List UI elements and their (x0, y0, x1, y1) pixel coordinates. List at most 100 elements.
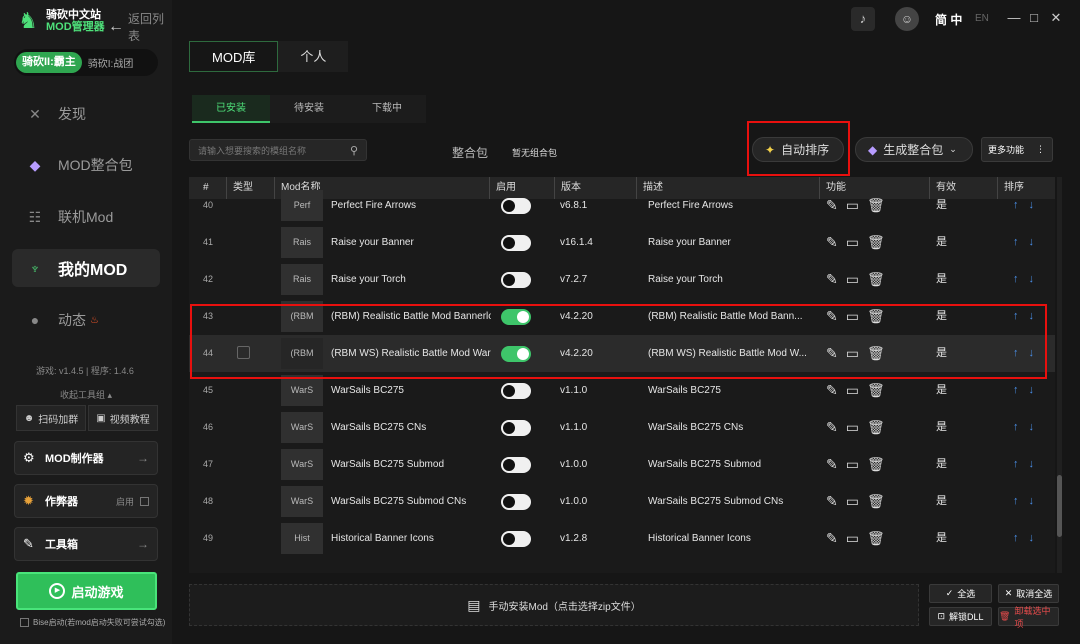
enable-toggle[interactable] (501, 198, 531, 214)
edit-icon[interactable]: ✎ (826, 197, 838, 214)
arrow-up-icon[interactable]: ↑ (1013, 532, 1029, 544)
arrow-up-icon[interactable]: ↑ (1013, 273, 1029, 285)
trash-icon[interactable]: 🗑 (867, 419, 885, 436)
enable-toggle[interactable] (501, 420, 531, 436)
avatar[interactable]: ☺ (895, 7, 919, 31)
table-scrollbar[interactable] (1057, 177, 1062, 573)
uninstall-selected-button[interactable]: 🗑 卸载选中项 (998, 606, 1059, 629)
scan-group-button[interactable]: ☻ 扫码加群 (16, 405, 86, 431)
nav-my-mod[interactable]: ♆ 我的MOD (12, 249, 160, 287)
arrow-down-icon[interactable]: ↓ (1029, 273, 1045, 285)
trash-icon[interactable]: 🗑 (867, 234, 885, 251)
folder-icon[interactable]: ▭ (846, 456, 859, 473)
table-row[interactable]: 49 Hist Historical Banner Icons v1.2.8 Histo… (189, 520, 1055, 557)
arrow-up-icon[interactable]: ↑ (1013, 495, 1029, 507)
trash-icon[interactable]: 🗑 (867, 493, 885, 510)
folder-icon[interactable]: ▭ (846, 419, 859, 436)
folder-icon[interactable]: ▭ (846, 197, 859, 214)
enable-toggle[interactable] (501, 346, 531, 362)
game-warband-button[interactable]: 骑砍I:战团 (88, 55, 134, 70)
arrow-down-icon[interactable]: ↓ (1029, 384, 1045, 396)
enable-toggle[interactable] (501, 383, 531, 399)
arrow-down-icon[interactable]: ↓ (1029, 236, 1045, 248)
edit-icon[interactable]: ✎ (826, 345, 838, 362)
pack-select[interactable]: 暂无组合包 (512, 146, 557, 159)
mod-maker-card[interactable]: ⚙ MOD制作器 → (14, 441, 158, 475)
arrow-down-icon[interactable]: ↓ (1029, 199, 1045, 211)
edit-icon[interactable]: ✎ (826, 234, 838, 251)
start-game-button[interactable]: ▶ 启动游戏 (16, 572, 157, 610)
arrow-up-icon[interactable]: ↑ (1013, 384, 1029, 396)
table-row[interactable]: 41 Rais Raise your Banner v16.1.4 Raise your… (189, 224, 1055, 261)
folder-icon[interactable]: ▭ (846, 530, 859, 547)
arrow-down-icon[interactable]: ↓ (1029, 347, 1045, 359)
arrow-down-icon[interactable]: ↓ (1029, 310, 1045, 322)
table-row[interactable]: 42 Rais Raise your Torch v7.2.7 Raise your T… (189, 261, 1055, 298)
cancel-all-button[interactable]: ✕ 取消全选 (998, 584, 1059, 603)
row-checkbox[interactable] (237, 346, 250, 359)
trash-icon[interactable]: 🗑 (867, 382, 885, 399)
enable-toggle[interactable] (501, 531, 531, 547)
folder-icon[interactable]: ▭ (846, 234, 859, 251)
edit-icon[interactable]: ✎ (826, 382, 838, 399)
enable-toggle[interactable] (501, 272, 531, 288)
edit-icon[interactable]: ✎ (826, 271, 838, 288)
table-row[interactable]: 48 WarS WarSails BC275 Submod CNs v1.0.0 War… (189, 483, 1055, 520)
trash-icon[interactable]: 🗑 (867, 271, 885, 288)
close-icon[interactable]: ✕ (1046, 8, 1066, 28)
enable-toggle[interactable] (501, 494, 531, 510)
tab-mod-library[interactable]: MOD库 (189, 41, 279, 72)
trash-icon[interactable]: 🗑 (867, 456, 885, 473)
arrow-up-icon[interactable]: ↑ (1013, 236, 1029, 248)
search-input[interactable]: 请输入想要搜索的模组名称 ⚲ (189, 139, 367, 161)
table-row[interactable]: 40 Perf Perfect Fire Arrows v6.8.1 Perfect F… (189, 187, 1055, 224)
cheat-enable-checkbox[interactable] (140, 496, 149, 506)
nav-mod-pack[interactable]: ◆ MOD整合包 (12, 146, 160, 184)
lang-chinese[interactable]: 简 中 (935, 11, 962, 28)
bise-checkbox[interactable] (20, 618, 29, 627)
game-bannerlord-button[interactable]: 骑砍II:霸主 (16, 52, 82, 73)
enable-toggle[interactable] (501, 235, 531, 251)
trash-icon[interactable]: 🗑 (867, 530, 885, 547)
arrow-down-icon[interactable]: ↓ (1029, 421, 1045, 433)
enable-toggle[interactable] (501, 457, 531, 473)
edit-icon[interactable]: ✎ (826, 419, 838, 436)
folder-icon[interactable]: ▭ (846, 382, 859, 399)
edit-icon[interactable]: ✎ (826, 493, 838, 510)
more-functions-button[interactable]: 更多功能 ⋮ (981, 137, 1053, 162)
tab-pending[interactable]: 待安装 (270, 95, 348, 123)
nav-online-mod[interactable]: ☷ 联机Mod (12, 198, 160, 236)
folder-icon[interactable]: ▭ (846, 308, 859, 325)
folder-icon[interactable]: ▭ (846, 493, 859, 510)
video-tutorial-button[interactable]: ▣ 视频教程 (88, 405, 158, 431)
edit-icon[interactable]: ✎ (826, 308, 838, 325)
table-row[interactable]: 43 (RBM (RBM) Realistic Battle Mod Bannerl… (189, 298, 1055, 335)
tab-personal[interactable]: 个人 (278, 41, 349, 72)
folder-icon[interactable]: ▭ (846, 271, 859, 288)
collapse-tools-toggle[interactable]: 收起工具组 ▴ (60, 388, 112, 401)
arrow-up-icon[interactable]: ↑ (1013, 458, 1029, 470)
arrow-down-icon[interactable]: ↓ (1029, 532, 1045, 544)
arrow-up-icon[interactable]: ↑ (1013, 347, 1029, 359)
tab-downloading[interactable]: 下载中 (348, 95, 426, 123)
table-row[interactable]: 47 WarS WarSails BC275 Submod v1.0.0 WarSail… (189, 446, 1055, 483)
select-all-button[interactable]: ✓ 全选 (929, 584, 992, 603)
minimize-icon[interactable]: — (1004, 8, 1024, 28)
trash-icon[interactable]: 🗑 (867, 308, 885, 325)
arrow-up-icon[interactable]: ↑ (1013, 199, 1029, 211)
folder-icon[interactable]: ▭ (846, 345, 859, 362)
toolbox-card[interactable]: ✎ 工具箱 → (14, 527, 158, 561)
tab-installed[interactable]: 已安装 (192, 95, 270, 123)
table-row[interactable]: 46 WarS WarSails BC275 CNs v1.1.0 WarSails B… (189, 409, 1055, 446)
arrow-down-icon[interactable]: ↓ (1029, 458, 1045, 470)
enable-toggle[interactable] (501, 309, 531, 325)
arrow-up-icon[interactable]: ↑ (1013, 421, 1029, 433)
nav-discover[interactable]: ✕ 发现 (12, 95, 160, 133)
nav-feed[interactable]: ● 动态 ♨ (12, 301, 160, 339)
scrollbar-thumb[interactable] (1057, 475, 1062, 537)
auto-sort-button[interactable]: ✦ 自动排序 (752, 137, 844, 162)
table-row[interactable]: 45 WarS WarSails BC275 v1.1.0 WarSails BC275… (189, 372, 1055, 409)
edit-icon[interactable]: ✎ (826, 456, 838, 473)
trash-icon[interactable]: 🗑 (867, 345, 885, 362)
edit-icon[interactable]: ✎ (826, 530, 838, 547)
